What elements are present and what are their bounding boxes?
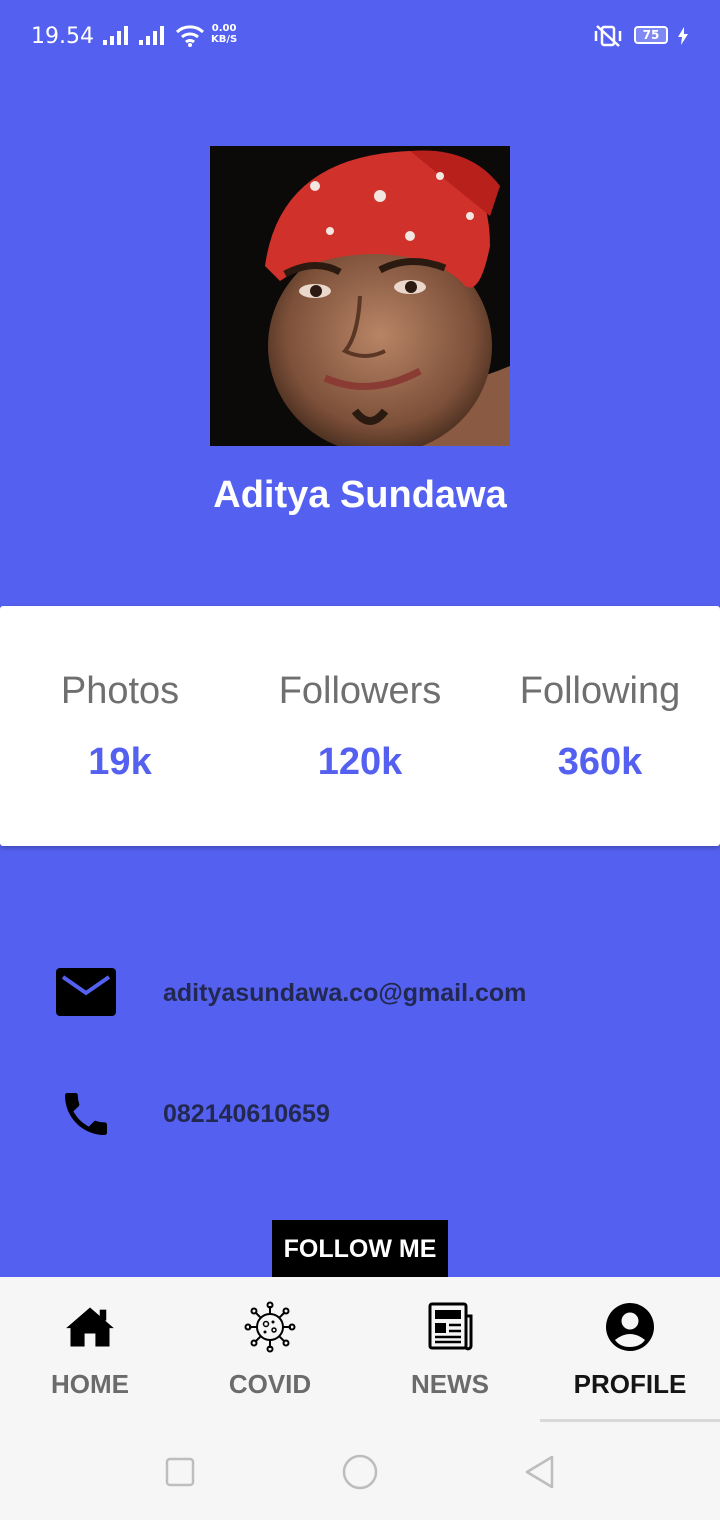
battery-indicator: 75 <box>634 26 668 44</box>
home-icon <box>66 1307 114 1347</box>
status-time: 19.54 <box>31 24 94 49</box>
nav-label: PROFILE <box>573 1369 687 1399</box>
nav-home[interactable]: HOME <box>0 1277 180 1422</box>
home-circle-icon[interactable] <box>340 1454 380 1490</box>
phone-icon <box>65 1093 107 1135</box>
back-icon[interactable] <box>522 1454 558 1490</box>
nav-profile[interactable]: PROFILE <box>540 1277 720 1422</box>
nav-label: NEWS <box>411 1369 489 1399</box>
network-speed-value: 0.00 <box>211 23 237 34</box>
stats-card: Photos 19k Followers 120k Following 360k <box>0 606 720 846</box>
contact-email[interactable]: adityasundawa.co@gmail.com <box>163 979 526 1008</box>
contact-phone[interactable]: 082140610659 <box>163 1100 330 1129</box>
signal-icon <box>103 26 128 45</box>
status-bar: 19.54 0.00 KB/S 75 <box>0 0 720 72</box>
email-icon <box>56 968 116 1016</box>
signal-icon <box>139 26 164 45</box>
bottom-navigation: HOME COVID NEWS PROFILE <box>0 1277 720 1425</box>
stat-label: Following <box>519 670 681 712</box>
wifi-icon <box>175 25 205 47</box>
stat-photos[interactable]: Photos 19k <box>0 668 240 784</box>
follow-me-button[interactable]: FOLLOW ME <box>272 1220 448 1277</box>
newspaper-icon <box>428 1302 473 1351</box>
vibrate-off-icon <box>594 25 622 47</box>
stat-label: Photos <box>60 670 180 712</box>
stat-value: 19k <box>88 741 152 783</box>
account-circle-icon <box>606 1303 654 1351</box>
stat-following[interactable]: Following 360k <box>480 668 720 784</box>
stat-value: 360k <box>557 741 643 783</box>
stat-label: Followers <box>278 670 442 712</box>
nav-covid[interactable]: COVID <box>180 1277 360 1422</box>
profile-avatar <box>210 146 510 446</box>
profile-name: Aditya Sundawa <box>213 474 507 516</box>
charging-icon <box>678 27 688 45</box>
profile-photo <box>210 146 510 446</box>
stat-followers[interactable]: Followers 120k <box>240 668 480 784</box>
nav-news[interactable]: NEWS <box>360 1277 540 1422</box>
system-navigation-bar <box>0 1425 720 1520</box>
network-speed: 0.00 KB/S <box>211 23 237 45</box>
active-tab-indicator <box>540 1419 720 1422</box>
recent-apps-icon[interactable] <box>164 1454 196 1490</box>
stat-value: 120k <box>317 741 403 783</box>
nav-label: COVID <box>228 1369 312 1399</box>
network-speed-unit: KB/S <box>211 34 238 45</box>
virus-icon <box>244 1301 296 1353</box>
nav-label: HOME <box>51 1369 129 1399</box>
